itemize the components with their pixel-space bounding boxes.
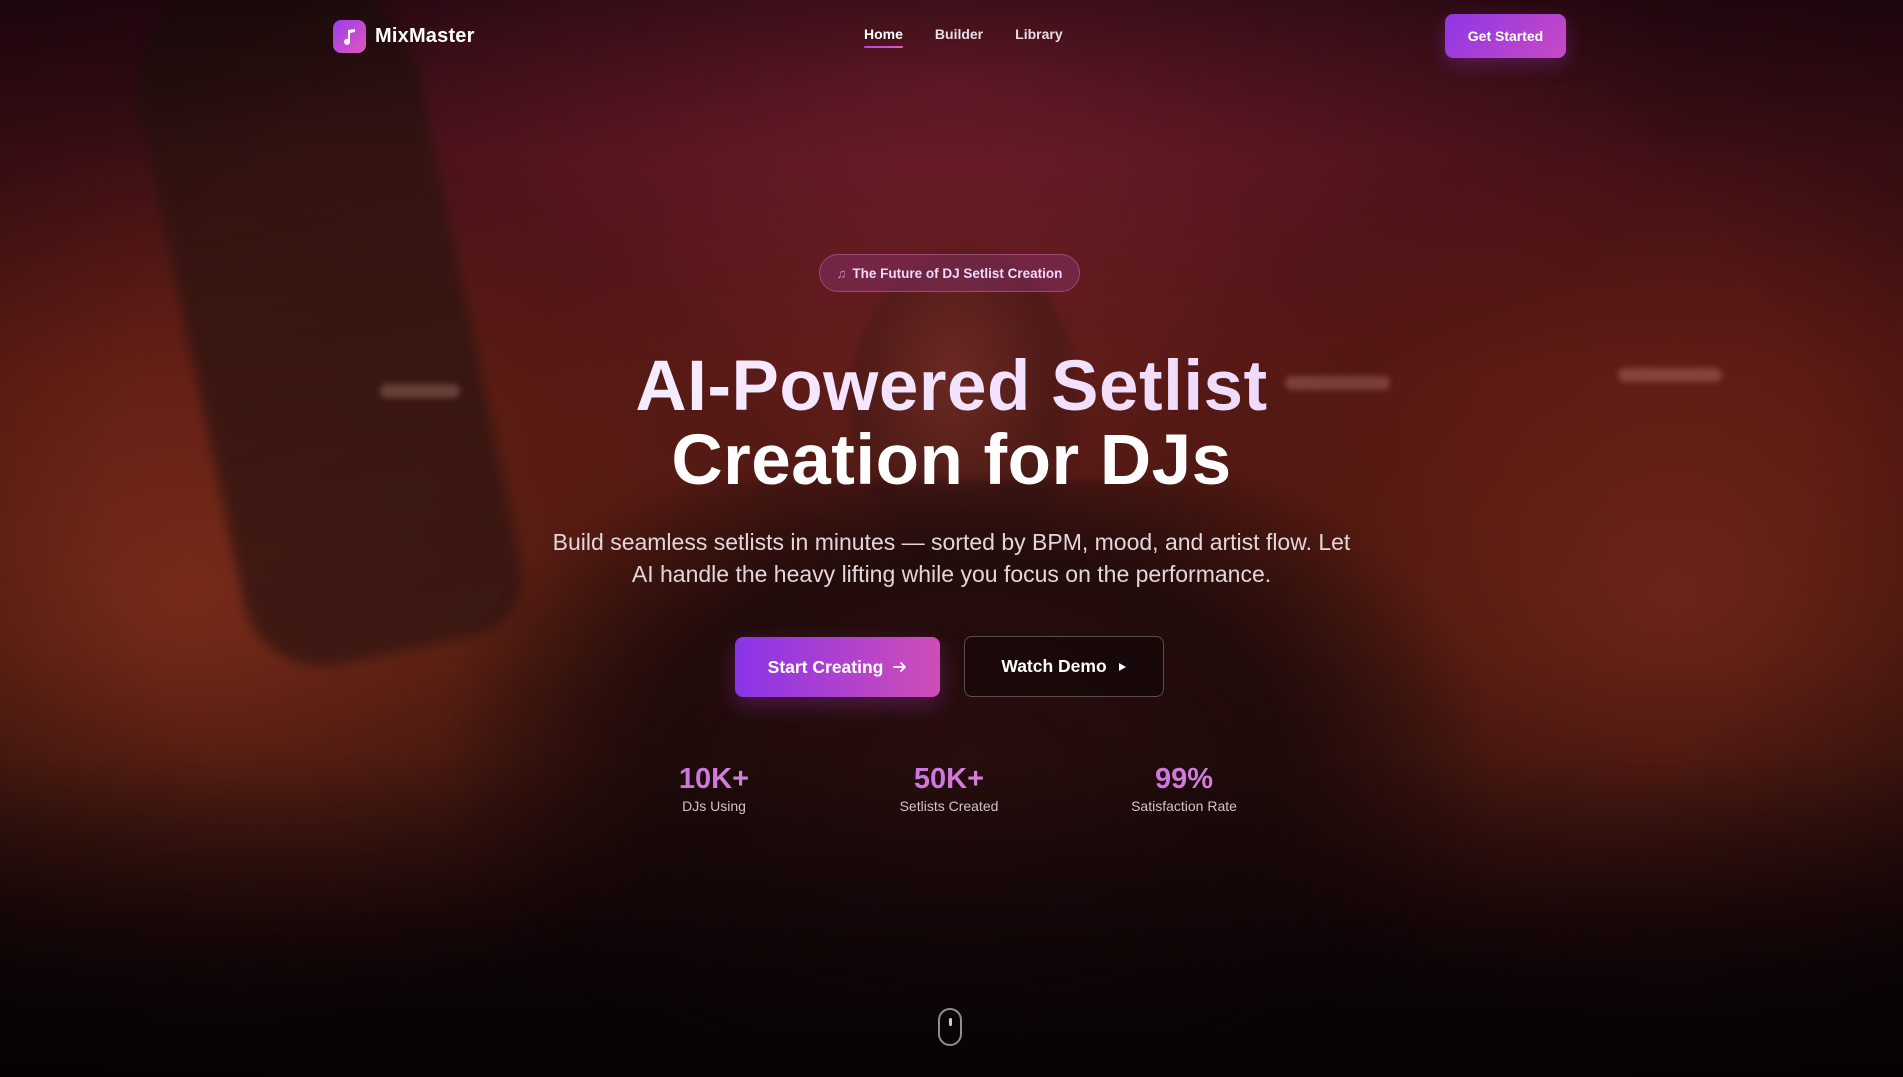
music-note-icon: ♫ (836, 265, 847, 281)
hero-badge-text: The Future of DJ Setlist Creation (852, 265, 1063, 281)
stat-label: DJs Using (682, 798, 746, 814)
hero-section: MixMaster Home Builder Library Get Start… (0, 0, 1903, 1077)
hero-subtitle: Build seamless setlists in minutes — sor… (552, 529, 1351, 587)
nav-link-library[interactable]: Library (1015, 26, 1062, 48)
hero-badge: ♫ The Future of DJ Setlist Creation (819, 254, 1080, 292)
hero-title-line-1: AI-Powered Setlist (0, 350, 1903, 424)
top-navigation: MixMaster Home Builder Library Get Start… (0, 0, 1903, 74)
stat-value: 10K+ (614, 762, 814, 796)
mouse-wheel (949, 1018, 952, 1026)
hero-title-line-2: Creation for DJs (671, 421, 1232, 500)
hero-title: AI-Powered Setlist Creation for DJs (0, 350, 1903, 498)
brand-name: MixMaster (375, 25, 475, 47)
stat-label: Setlists Created (899, 798, 999, 814)
start-creating-label: Start Creating (767, 656, 884, 677)
nav-links: Home Builder Library (864, 26, 1063, 48)
stat-value: 50K+ (849, 762, 1049, 796)
music-note-icon (333, 20, 366, 53)
stat-setlists-created: 50K+ Setlists Created (849, 762, 1049, 814)
mouse-scroll-icon[interactable] (938, 1008, 962, 1046)
watch-demo-label: Watch Demo (1001, 656, 1107, 676)
background-dj-arm (115, 0, 535, 682)
stat-satisfaction-rate: 99% Satisfaction Rate (1084, 762, 1284, 814)
play-icon (1117, 656, 1127, 677)
arrow-right-icon (893, 657, 907, 678)
nav-link-builder[interactable]: Builder (935, 26, 983, 48)
stat-label: Satisfaction Rate (1131, 798, 1237, 814)
brand-link[interactable]: MixMaster (333, 20, 475, 53)
stat-djs-using: 10K+ DJs Using (614, 762, 814, 814)
nav-link-home[interactable]: Home (864, 26, 903, 48)
watch-demo-button[interactable]: Watch Demo (964, 636, 1164, 697)
start-creating-button[interactable]: Start Creating (735, 637, 940, 697)
stat-value: 99% (1084, 762, 1284, 796)
get-started-button[interactable]: Get Started (1445, 14, 1566, 58)
